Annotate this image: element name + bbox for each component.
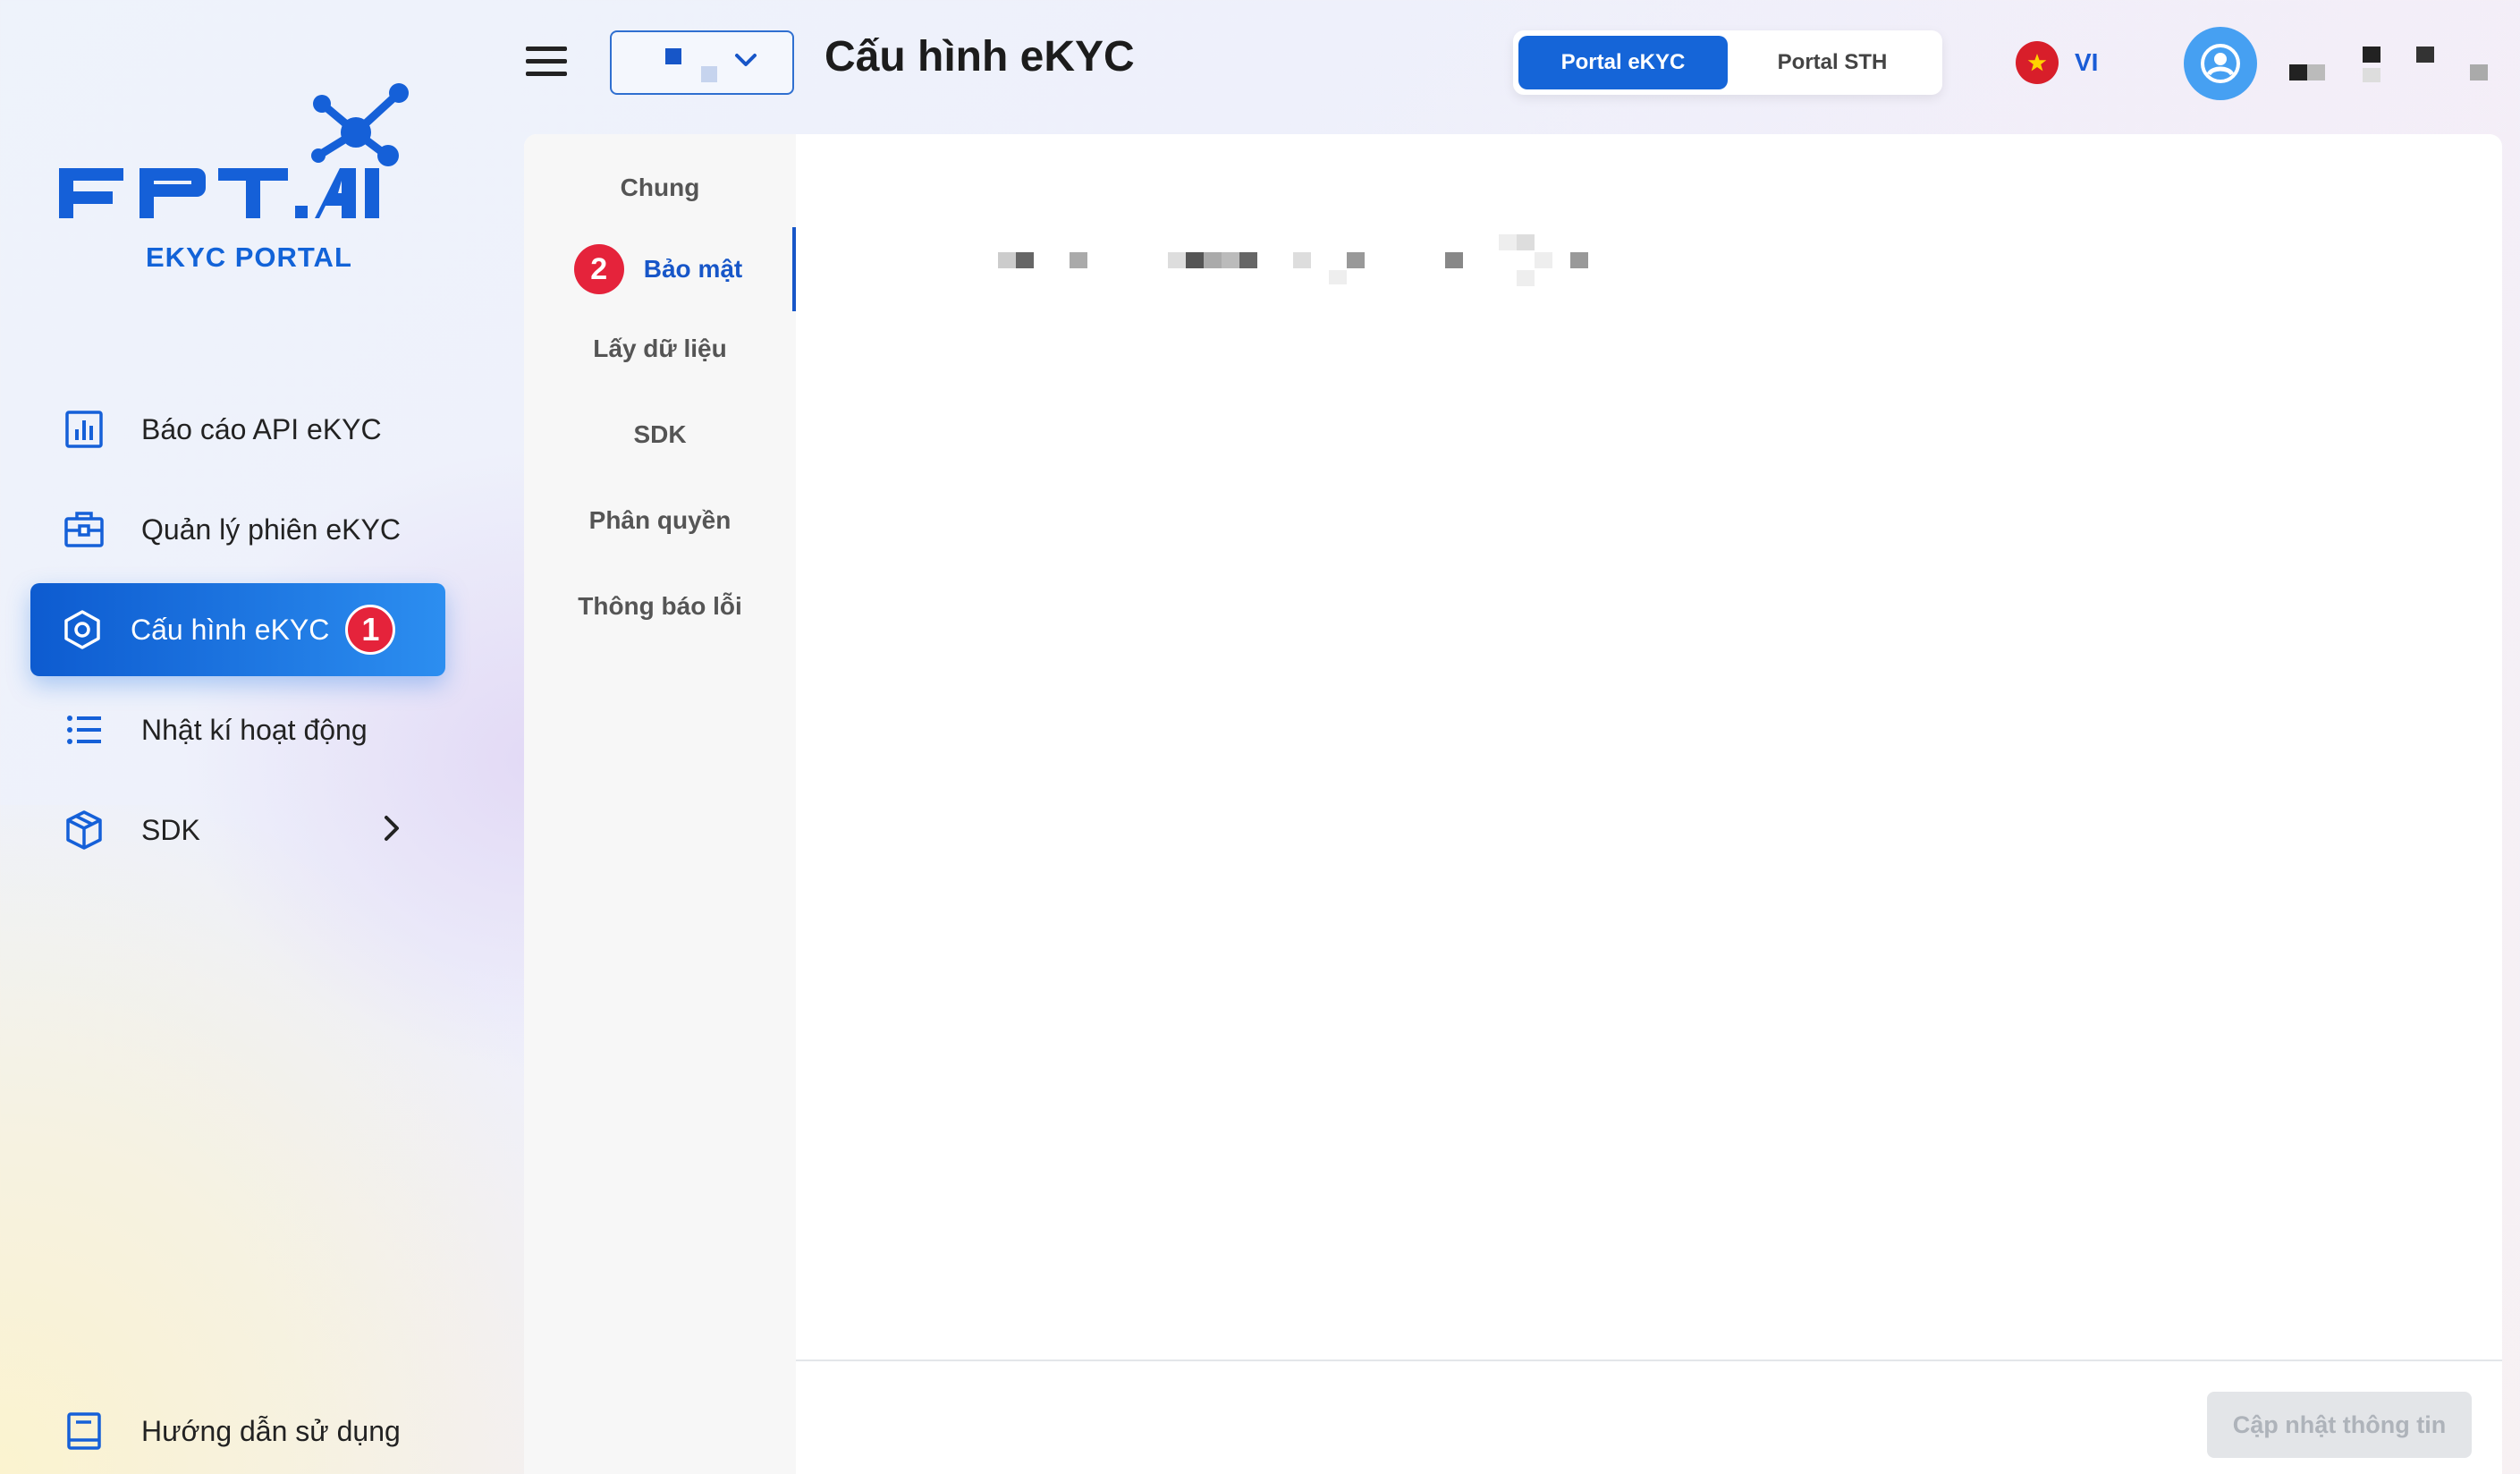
- redacted-block: [665, 48, 681, 64]
- chevron-down-icon: [733, 52, 758, 74]
- tab-phan-quyen[interactable]: Phân quyền: [524, 485, 796, 556]
- hamburger-menu-icon[interactable]: [526, 47, 567, 80]
- sidebar-item-quan-ly-phien[interactable]: Quản lý phiên eKYC: [30, 483, 445, 576]
- sidebar-item-huong-dan[interactable]: Hướng dẫn sử dụng: [30, 1385, 445, 1474]
- tab-bao-mat[interactable]: 2 Bảo mật: [524, 227, 796, 311]
- sidebar: EKYC PORTAL Báo cáo API eKYC Quản lý phi…: [0, 0, 501, 1474]
- list-icon: [63, 708, 106, 751]
- briefcase-icon: [63, 508, 106, 551]
- sidebar-item-sdk[interactable]: SDK: [30, 784, 445, 877]
- sidebar-item-cau-hinh-ekyc[interactable]: Cấu hình eKYC 1: [30, 583, 445, 676]
- language-label: VI: [2075, 48, 2099, 76]
- portal-switch: Portal eKYC Portal STH: [1513, 30, 1942, 95]
- chevron-right-icon[interactable]: [383, 814, 401, 850]
- sidebar-item-label: SDK: [141, 813, 200, 846]
- step-badge: 2: [573, 244, 624, 294]
- settings-nav: Chung 2 Bảo mật Lấy dữ liệu SDK Phân quy…: [524, 134, 796, 1474]
- hexagon-settings-icon: [61, 608, 104, 651]
- tab-chung[interactable]: Chung: [524, 152, 796, 224]
- sidebar-item-label: Hướng dẫn sử dụng: [141, 1414, 401, 1447]
- fpt-ai-logo-graphic: [59, 83, 409, 218]
- redacted-block: [701, 66, 717, 82]
- sidebar-item-label: Quản lý phiên eKYC: [141, 513, 401, 546]
- logo-subtitle: EKYC PORTAL: [146, 241, 352, 273]
- tab-sdk[interactable]: SDK: [524, 399, 796, 470]
- page-title: Cấu hình eKYC: [824, 33, 1135, 80]
- sidebar-item-bao-cao-api[interactable]: Báo cáo API eKYC: [30, 383, 445, 476]
- cube-icon: [63, 809, 106, 851]
- bar-chart-icon: [63, 408, 106, 451]
- tab-thong-bao-loi[interactable]: Thông báo lỗi: [524, 571, 796, 642]
- update-info-button[interactable]: Cập nhật thông tin: [2207, 1392, 2472, 1458]
- redacted-user-name[interactable]: [2289, 45, 2495, 88]
- content-panel: Chung 2 Bảo mật Lấy dữ liệu SDK Phân quy…: [524, 134, 2502, 1474]
- user-icon: [2201, 44, 2240, 83]
- tab-portal-sth[interactable]: Portal STH: [1728, 36, 1937, 89]
- tab-lay-du-lieu[interactable]: Lấy dữ liệu: [524, 313, 796, 385]
- organization-select[interactable]: [610, 30, 794, 95]
- sidebar-item-label: Cấu hình eKYC: [131, 613, 330, 646]
- redacted-content: [998, 208, 1713, 286]
- footer-divider: [796, 1360, 2502, 1361]
- sidebar-item-label: Nhật kí hoạt động: [141, 713, 368, 746]
- vietnam-flag-icon: [2016, 41, 2059, 84]
- tab-label: Bảo mật: [643, 255, 743, 283]
- sidebar-item-nhat-ki[interactable]: Nhật kí hoạt động: [30, 683, 445, 776]
- step-badge: 1: [345, 605, 396, 655]
- sidebar-item-label: Báo cáo API eKYC: [141, 412, 382, 445]
- tab-portal-ekyc[interactable]: Portal eKYC: [1518, 36, 1728, 89]
- language-switch[interactable]: VI: [2016, 41, 2098, 84]
- book-icon: [63, 1410, 106, 1453]
- avatar[interactable]: [2184, 27, 2257, 100]
